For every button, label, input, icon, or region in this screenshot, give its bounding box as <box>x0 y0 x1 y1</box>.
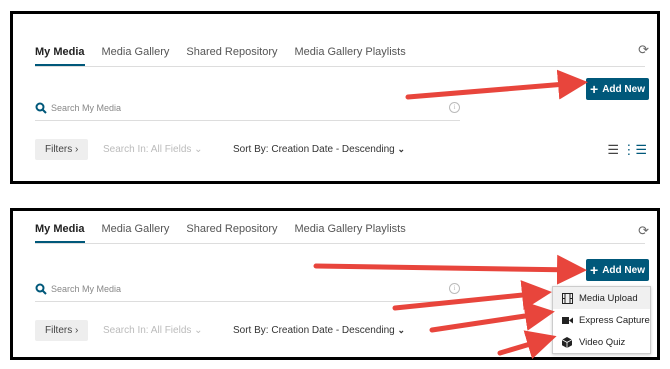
sort-by-label: Sort By: Creation Date - Descending <box>233 144 395 155</box>
film-icon <box>561 292 573 304</box>
my-media-panel-before: My Media Media Gallery Shared Repository… <box>10 11 660 184</box>
menu-item-express-capture[interactable]: Express Capture <box>553 309 650 331</box>
sort-by-dropdown[interactable]: Sort By: Creation Date - Descending ⌄ <box>233 325 405 336</box>
tab-bar: My Media Media Gallery Shared Repository… <box>35 211 423 243</box>
tab-media-gallery[interactable]: Media Gallery <box>102 46 170 66</box>
search-field[interactable]: Search My Media i <box>35 281 460 302</box>
plus-icon: + <box>590 262 599 278</box>
list-view-icon[interactable]: ☰ <box>607 142 619 158</box>
tab-my-media[interactable]: My Media <box>35 46 85 66</box>
add-new-label: Add New <box>602 264 645 276</box>
refresh-icon[interactable]: ⟳ <box>638 42 649 58</box>
chevron-down-icon: ⌄ <box>397 144 406 154</box>
tab-media-gallery-playlists[interactable]: Media Gallery Playlists <box>294 46 405 66</box>
info-icon[interactable]: i <box>449 283 460 294</box>
search-placeholder: Search My Media <box>51 103 122 113</box>
filters-button[interactable]: Filters › <box>35 139 89 160</box>
tab-shared-repository[interactable]: Shared Repository <box>186 223 277 243</box>
filters-button[interactable]: Filters › <box>35 320 89 341</box>
chevron-down-icon: ⌄ <box>397 325 406 335</box>
sort-by-dropdown[interactable]: Sort By: Creation Date - Descending ⌄ <box>233 144 405 155</box>
search-in-dropdown[interactable]: Search In: All Fields ⌄ <box>103 325 203 336</box>
tab-my-media[interactable]: My Media <box>35 223 85 243</box>
menu-item-label: Video Quiz <box>579 336 626 348</box>
add-new-button[interactable]: + Add New <box>586 259 649 281</box>
video-camera-icon <box>561 314 573 326</box>
add-new-label: Add New <box>602 83 645 95</box>
add-new-menu: Media Upload Express Capture Video Quiz <box>552 286 651 354</box>
search-field[interactable]: Search My Media i <box>35 100 460 121</box>
search-placeholder: Search My Media <box>51 284 122 294</box>
tab-media-gallery-playlists[interactable]: Media Gallery Playlists <box>294 223 405 243</box>
search-icon <box>35 283 47 295</box>
info-icon[interactable]: i <box>449 102 460 113</box>
tab-divider <box>35 243 645 244</box>
plus-icon: + <box>590 81 599 97</box>
my-media-panel-after: My Media Media Gallery Shared Repository… <box>10 208 660 360</box>
menu-item-label: Express Capture <box>579 314 650 326</box>
tab-bar: My Media Media Gallery Shared Repository… <box>35 14 423 66</box>
tab-shared-repository[interactable]: Shared Repository <box>186 46 277 66</box>
add-new-button[interactable]: + Add New <box>586 78 649 100</box>
tab-media-gallery[interactable]: Media Gallery <box>102 223 170 243</box>
menu-item-label: Media Upload <box>579 292 638 304</box>
sort-by-label: Sort By: Creation Date - Descending <box>233 325 395 336</box>
search-in-dropdown[interactable]: Search In: All Fields ⌄ <box>103 144 203 155</box>
menu-item-media-upload[interactable]: Media Upload <box>553 287 650 309</box>
search-icon <box>35 102 47 114</box>
refresh-icon[interactable]: ⟳ <box>638 223 649 239</box>
tab-divider <box>35 66 645 67</box>
menu-item-video-quiz[interactable]: Video Quiz <box>553 331 650 353</box>
detailed-view-icon[interactable]: ⋮☰ <box>622 142 647 158</box>
cube-icon <box>561 336 573 348</box>
